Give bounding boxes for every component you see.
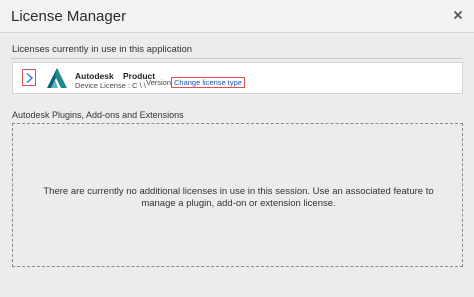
plugins-section-label: Autodesk Plugins, Add-ons and Extensions [12, 110, 184, 120]
plugins-license-area: There are currently no additional licens… [12, 123, 463, 267]
device-license-text: Device License : C \ \ [75, 81, 146, 90]
chevron-right-icon [26, 72, 34, 84]
section-divider [11, 58, 463, 59]
change-license-type-link[interactable]: Change license type [171, 77, 245, 88]
expand-license-button[interactable] [22, 69, 36, 86]
empty-state-message: There are currently no additional licens… [43, 186, 434, 209]
product-vendor: Autodesk [75, 71, 114, 81]
version-label: Version [146, 78, 172, 87]
license-manager-dialog: License Manager Licenses currently in us… [0, 0, 474, 297]
license-card: Autodesk Product Device License : C \ \ … [12, 62, 463, 94]
title-bar: License Manager [0, 0, 474, 33]
autodesk-logo-icon [45, 66, 69, 90]
close-icon[interactable] [451, 8, 465, 22]
licenses-in-use-label: Licenses currently in use in this applic… [12, 44, 193, 55]
dialog-title: License Manager [11, 8, 127, 25]
